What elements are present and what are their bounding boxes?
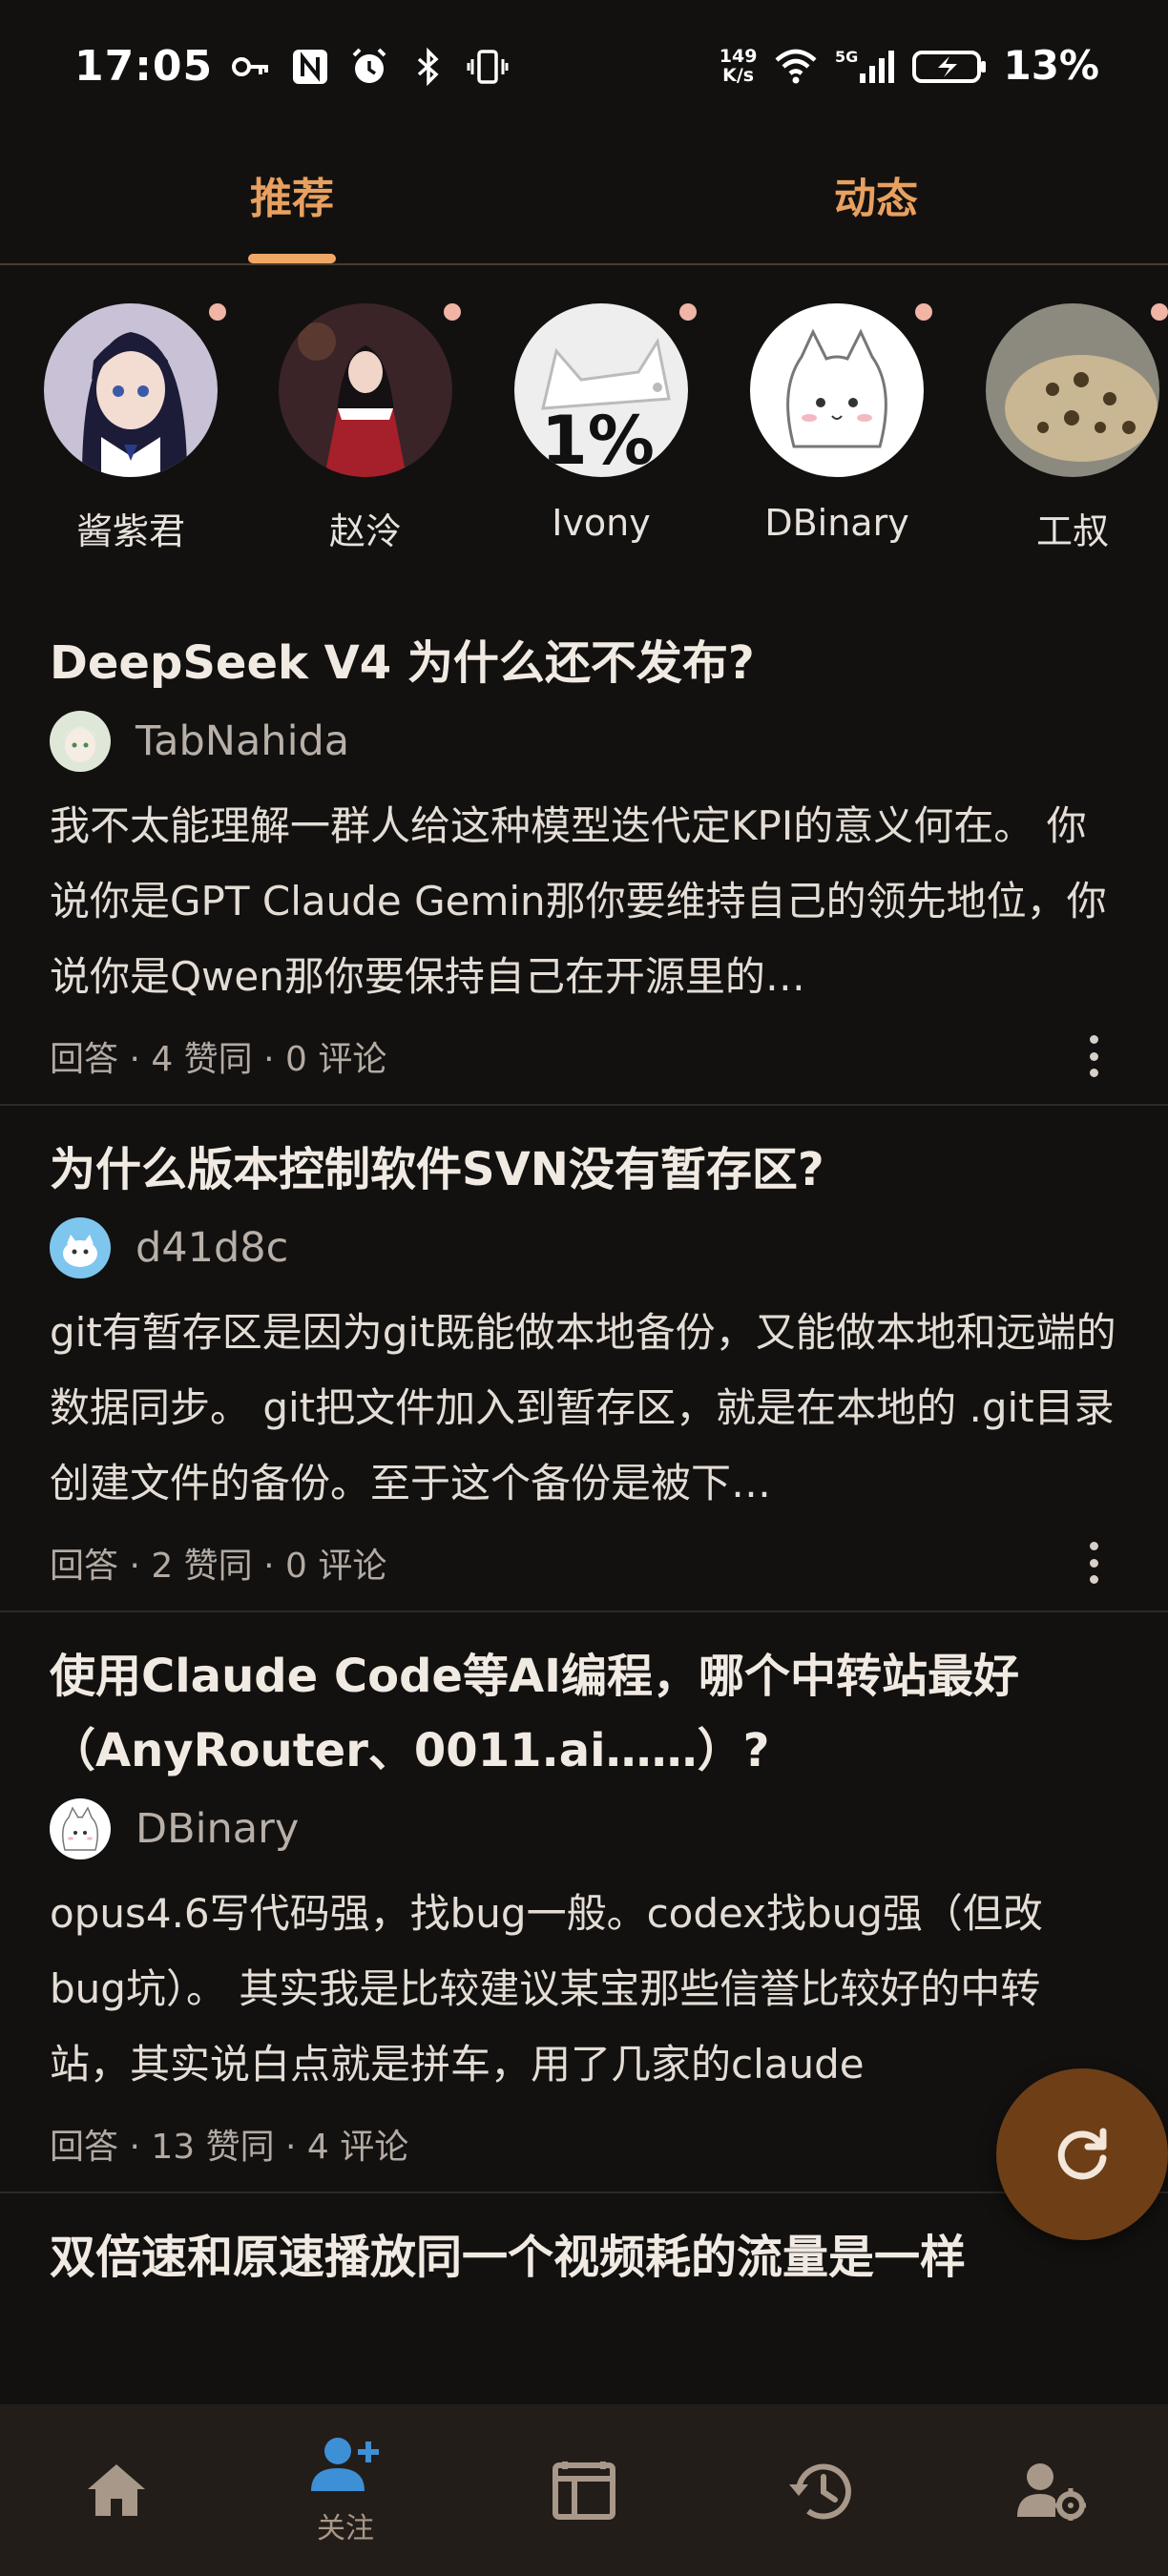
- feed-card[interactable]: 使用Claude Code等AI编程，哪个中转站最好（AnyRouter、001…: [0, 1612, 1168, 2193]
- refresh-button[interactable]: [996, 2068, 1168, 2240]
- answer-meta: 回答 · 2 赞同 · 0 评论: [50, 1515, 1118, 1610]
- home-icon: [88, 2464, 145, 2516]
- feed-card[interactable]: 双倍速和原速播放同一个视频耗的流量是一样: [0, 2193, 1168, 2295]
- feed-card[interactable]: DeepSeek V4 为什么还不发布? TabNahida 我不太能理解一群人…: [0, 599, 1168, 1106]
- nav-follow-label: 关注: [317, 2512, 374, 2545]
- author-avatar: [50, 1798, 111, 1859]
- refresh-icon: [1057, 2128, 1107, 2180]
- story-name: 赵泠: [328, 510, 402, 552]
- one-percent-cat-avatar: 1%: [514, 303, 688, 477]
- nav-follow[interactable]: 关注: [229, 2404, 462, 2576]
- nav-home[interactable]: [0, 2404, 233, 2576]
- question-title[interactable]: 为什么版本控制软件SVN没有暂存区?: [50, 1132, 1118, 1207]
- tab-recommend[interactable]: 推荐: [149, 164, 435, 225]
- red-dress-girl-avatar: [279, 303, 452, 477]
- story-item[interactable]: 酱紫君: [35, 303, 226, 554]
- svg-text:5G: 5G: [835, 48, 858, 66]
- unread-dot: [1151, 303, 1168, 321]
- author-name: DBinary: [136, 1805, 300, 1853]
- answer-excerpt[interactable]: git有暂存区是因为git既能做本地备份，又能做本地和远端的数据同步。 git把…: [50, 1295, 1118, 1521]
- question-title[interactable]: DeepSeek V4 为什么还不发布?: [50, 626, 1118, 700]
- active-tab-indicator: [248, 254, 336, 263]
- answer-meta: 回答 · 13 赞同 · 4 评论: [50, 2096, 1118, 2192]
- answer-excerpt[interactable]: 我不太能理解一群人给这种模型迭代定KPI的意义何在。 你说你是GPT Claud…: [50, 788, 1118, 1014]
- story-item[interactable]: 工叔: [977, 303, 1168, 554]
- author-row[interactable]: d41d8c: [50, 1215, 1118, 1281]
- author-avatar: [50, 1217, 111, 1278]
- net-speed: 149 K/s: [719, 45, 758, 86]
- story-item[interactable]: 赵泠: [270, 303, 461, 554]
- wifi-icon: [775, 49, 817, 83]
- nfc-icon: [293, 49, 328, 84]
- unread-dot: [679, 303, 697, 321]
- follow-icon: [311, 2438, 379, 2491]
- white-fox-avatar: [750, 303, 924, 477]
- question-title[interactable]: 使用Claude Code等AI编程，哪个中转站最好（AnyRouter、001…: [50, 1639, 1118, 1788]
- bottom-navigation: 关注: [0, 2404, 1168, 2576]
- feed-list: DeepSeek V4 为什么还不发布? TabNahida 我不太能理解一群人…: [0, 599, 1168, 2295]
- more-options-icon[interactable]: [1074, 1542, 1113, 1584]
- story-name: Ivony: [552, 502, 651, 544]
- key-icon: [232, 56, 269, 76]
- answer-meta: 回答 · 4 赞同 · 0 评论: [50, 1008, 1118, 1104]
- top-tabs: 推荐 动态: [0, 143, 1168, 265]
- story-name: 工叔: [1035, 510, 1109, 552]
- battery-icon: [912, 50, 987, 83]
- author-name: TabNahida: [136, 717, 350, 765]
- more-options-icon[interactable]: [1074, 1035, 1113, 1077]
- author-row[interactable]: DBinary: [50, 1796, 1118, 1862]
- followed-users-row: 酱紫君 赵泠 1% Ivony DBinary 工叔: [0, 303, 1168, 561]
- nav-profile-settings[interactable]: [935, 2404, 1168, 2576]
- answer-excerpt[interactable]: opus4.6写代码强，找bug一般。codex找bug强（但改bug坑）。 其…: [50, 1876, 1118, 2102]
- anime-girl-avatar: [44, 303, 218, 477]
- nav-history[interactable]: [704, 2404, 937, 2576]
- story-item[interactable]: DBinary: [741, 303, 932, 544]
- bluetooth-icon: [417, 47, 439, 86]
- user-settings-icon: [1017, 2463, 1086, 2521]
- cellular-5g-icon: 5G: [835, 48, 895, 83]
- unread-dot: [915, 303, 932, 321]
- story-item[interactable]: 1% Ivony: [506, 303, 697, 544]
- status-bar: 17:05 149 K/s 5G 13%: [0, 0, 1168, 134]
- vibrate-icon: [467, 49, 509, 84]
- nav-calendar[interactable]: [468, 2404, 700, 2576]
- unread-dot: [444, 303, 461, 321]
- meta-text: 回答 · 13 赞同 · 4 评论: [50, 2128, 409, 2167]
- battery-percent: 13%: [1003, 42, 1099, 89]
- story-name: DBinary: [764, 502, 909, 544]
- tab-activity[interactable]: 动态: [733, 164, 1019, 225]
- meta-text: 回答 · 4 赞同 · 0 评论: [50, 1040, 387, 1079]
- author-row[interactable]: TabNahida: [50, 708, 1118, 775]
- story-name: 酱紫君: [75, 510, 185, 552]
- svg-text:1%: 1%: [541, 402, 655, 477]
- clock: 17:05: [74, 42, 214, 91]
- calendar-icon: [553, 2462, 615, 2520]
- alarm-icon: [352, 48, 386, 83]
- author-name: d41d8c: [136, 1224, 289, 1272]
- feed-card[interactable]: 为什么版本控制软件SVN没有暂存区? d41d8c git有暂存区是因为git既…: [0, 1106, 1168, 1612]
- history-icon: [789, 2463, 851, 2520]
- question-title[interactable]: 双倍速和原速播放同一个视频耗的流量是一样: [50, 2220, 1118, 2295]
- unread-dot: [209, 303, 226, 321]
- meta-text: 回答 · 2 赞同 · 0 评论: [50, 1547, 387, 1586]
- author-avatar: [50, 711, 111, 772]
- leopard-avatar: [986, 303, 1159, 477]
